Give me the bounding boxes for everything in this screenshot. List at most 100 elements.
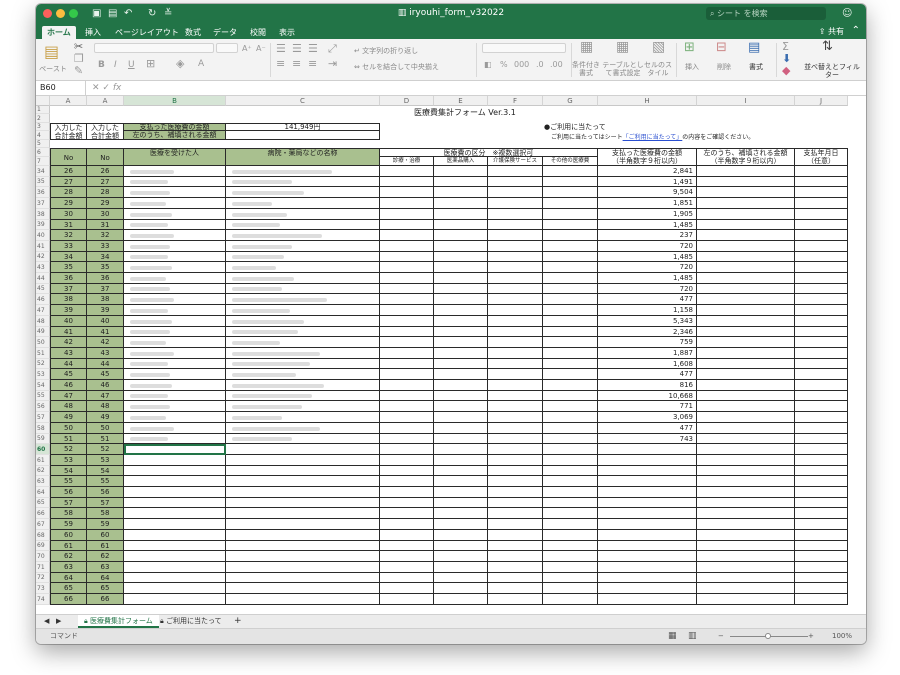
hospital-cell[interactable]: [226, 284, 380, 294]
category-cell[interactable]: [380, 487, 434, 498]
category-cell[interactable]: [543, 187, 598, 198]
hospital-cell[interactable]: [226, 187, 380, 198]
category-cell[interactable]: [543, 573, 598, 583]
reimbursed-cell[interactable]: [697, 166, 795, 177]
person-cell[interactable]: [124, 508, 226, 519]
reimbursed-cell[interactable]: [697, 209, 795, 220]
category-cell[interactable]: [434, 220, 488, 230]
column-header[interactable]: D: [380, 96, 434, 106]
person-cell[interactable]: [124, 530, 226, 541]
person-cell[interactable]: [124, 455, 226, 466]
currency-icon[interactable]: ◧: [484, 59, 492, 71]
undo-icon[interactable]: ↶: [124, 7, 132, 20]
date-cell[interactable]: [795, 187, 848, 198]
category-cell[interactable]: [543, 401, 598, 412]
category-cell[interactable]: [488, 187, 543, 198]
date-cell[interactable]: [795, 177, 848, 187]
category-cell[interactable]: [543, 508, 598, 519]
person-cell[interactable]: [124, 241, 226, 252]
category-cell[interactable]: [488, 305, 543, 316]
hospital-cell[interactable]: [226, 327, 380, 337]
category-cell[interactable]: [380, 444, 434, 455]
name-box[interactable]: B60: [36, 81, 86, 95]
row-header[interactable]: 69: [36, 541, 50, 551]
amount-cell[interactable]: 2,841: [598, 166, 697, 177]
category-cell[interactable]: [434, 187, 488, 198]
category-cell[interactable]: [543, 166, 598, 177]
row-header[interactable]: 4: [36, 131, 50, 140]
category-cell[interactable]: [488, 220, 543, 230]
person-cell[interactable]: [124, 401, 226, 412]
category-cell[interactable]: [488, 177, 543, 187]
format-as-table-button[interactable]: テーブルとして書式設定: [602, 61, 644, 77]
amount-cell[interactable]: [598, 530, 697, 541]
reimbursed-cell[interactable]: [697, 391, 795, 401]
date-cell[interactable]: [795, 209, 848, 220]
amount-cell[interactable]: [598, 573, 697, 583]
amount-cell[interactable]: 1,485: [598, 252, 697, 262]
category-cell[interactable]: [488, 541, 543, 551]
date-cell[interactable]: [795, 305, 848, 316]
enter-icon[interactable]: ✓: [102, 83, 112, 93]
hospital-cell[interactable]: [226, 487, 380, 498]
amount-cell[interactable]: 1,851: [598, 198, 697, 209]
category-cell[interactable]: [543, 391, 598, 401]
category-cell[interactable]: [380, 327, 434, 337]
amount-cell[interactable]: 477: [598, 423, 697, 434]
page-layout-view-icon[interactable]: ▥: [688, 629, 697, 644]
tab-formulas[interactable]: 数式: [180, 26, 206, 39]
amount-cell[interactable]: [598, 444, 697, 455]
hospital-cell[interactable]: [226, 401, 380, 412]
zoom-out-button[interactable]: −: [718, 629, 724, 644]
category-cell[interactable]: [488, 583, 543, 594]
tab-data[interactable]: データ: [208, 26, 242, 39]
category-cell[interactable]: [434, 412, 488, 423]
category-cell[interactable]: [543, 519, 598, 530]
format-as-table-icon[interactable]: ▦: [616, 40, 629, 54]
category-cell[interactable]: [380, 284, 434, 294]
row-header[interactable]: 3: [36, 123, 50, 131]
date-cell[interactable]: [795, 519, 848, 530]
paste-button[interactable]: ペースト: [38, 65, 68, 73]
person-cell[interactable]: [124, 294, 226, 305]
row-header[interactable]: 64: [36, 487, 50, 498]
amount-cell[interactable]: [598, 594, 697, 605]
category-cell[interactable]: [380, 530, 434, 541]
reimbursed-cell[interactable]: [697, 508, 795, 519]
delete-cells-icon[interactable]: ⊟: [716, 41, 727, 54]
category-cell[interactable]: [488, 487, 543, 498]
decrease-decimal-icon[interactable]: .00: [550, 59, 563, 71]
category-cell[interactable]: [434, 177, 488, 187]
category-cell[interactable]: [488, 508, 543, 519]
row-header[interactable]: 72: [36, 573, 50, 583]
category-cell[interactable]: [488, 401, 543, 412]
category-cell[interactable]: [543, 316, 598, 327]
normal-view-icon[interactable]: ▦: [668, 629, 677, 644]
font-color-icon[interactable]: A: [198, 58, 204, 70]
category-cell[interactable]: [434, 380, 488, 391]
zoom-slider-handle[interactable]: [765, 633, 771, 639]
row-header[interactable]: 59: [36, 434, 50, 444]
align-bottom-icon[interactable]: ☰: [308, 43, 318, 55]
amount-cell[interactable]: 10,668: [598, 391, 697, 401]
sheet-search-input[interactable]: ⌕ シート を検索: [706, 7, 826, 20]
hospital-cell[interactable]: [226, 198, 380, 209]
person-cell[interactable]: [124, 369, 226, 380]
reimbursed-cell[interactable]: [697, 519, 795, 530]
category-cell[interactable]: [543, 594, 598, 605]
hospital-cell[interactable]: [226, 369, 380, 380]
category-cell[interactable]: [380, 273, 434, 284]
row-header[interactable]: 73: [36, 583, 50, 594]
person-cell[interactable]: [124, 284, 226, 294]
category-cell[interactable]: [543, 541, 598, 551]
category-cell[interactable]: [380, 294, 434, 305]
category-cell[interactable]: [380, 198, 434, 209]
person-cell[interactable]: [124, 444, 226, 455]
category-cell[interactable]: [488, 530, 543, 541]
customize-toolbar-icon[interactable]: ≚: [164, 7, 172, 20]
row-header[interactable]: 34: [36, 166, 50, 177]
person-cell[interactable]: [124, 348, 226, 359]
amount-cell[interactable]: 2,346: [598, 327, 697, 337]
amount-cell[interactable]: 5,343: [598, 316, 697, 327]
amount-cell[interactable]: [598, 541, 697, 551]
